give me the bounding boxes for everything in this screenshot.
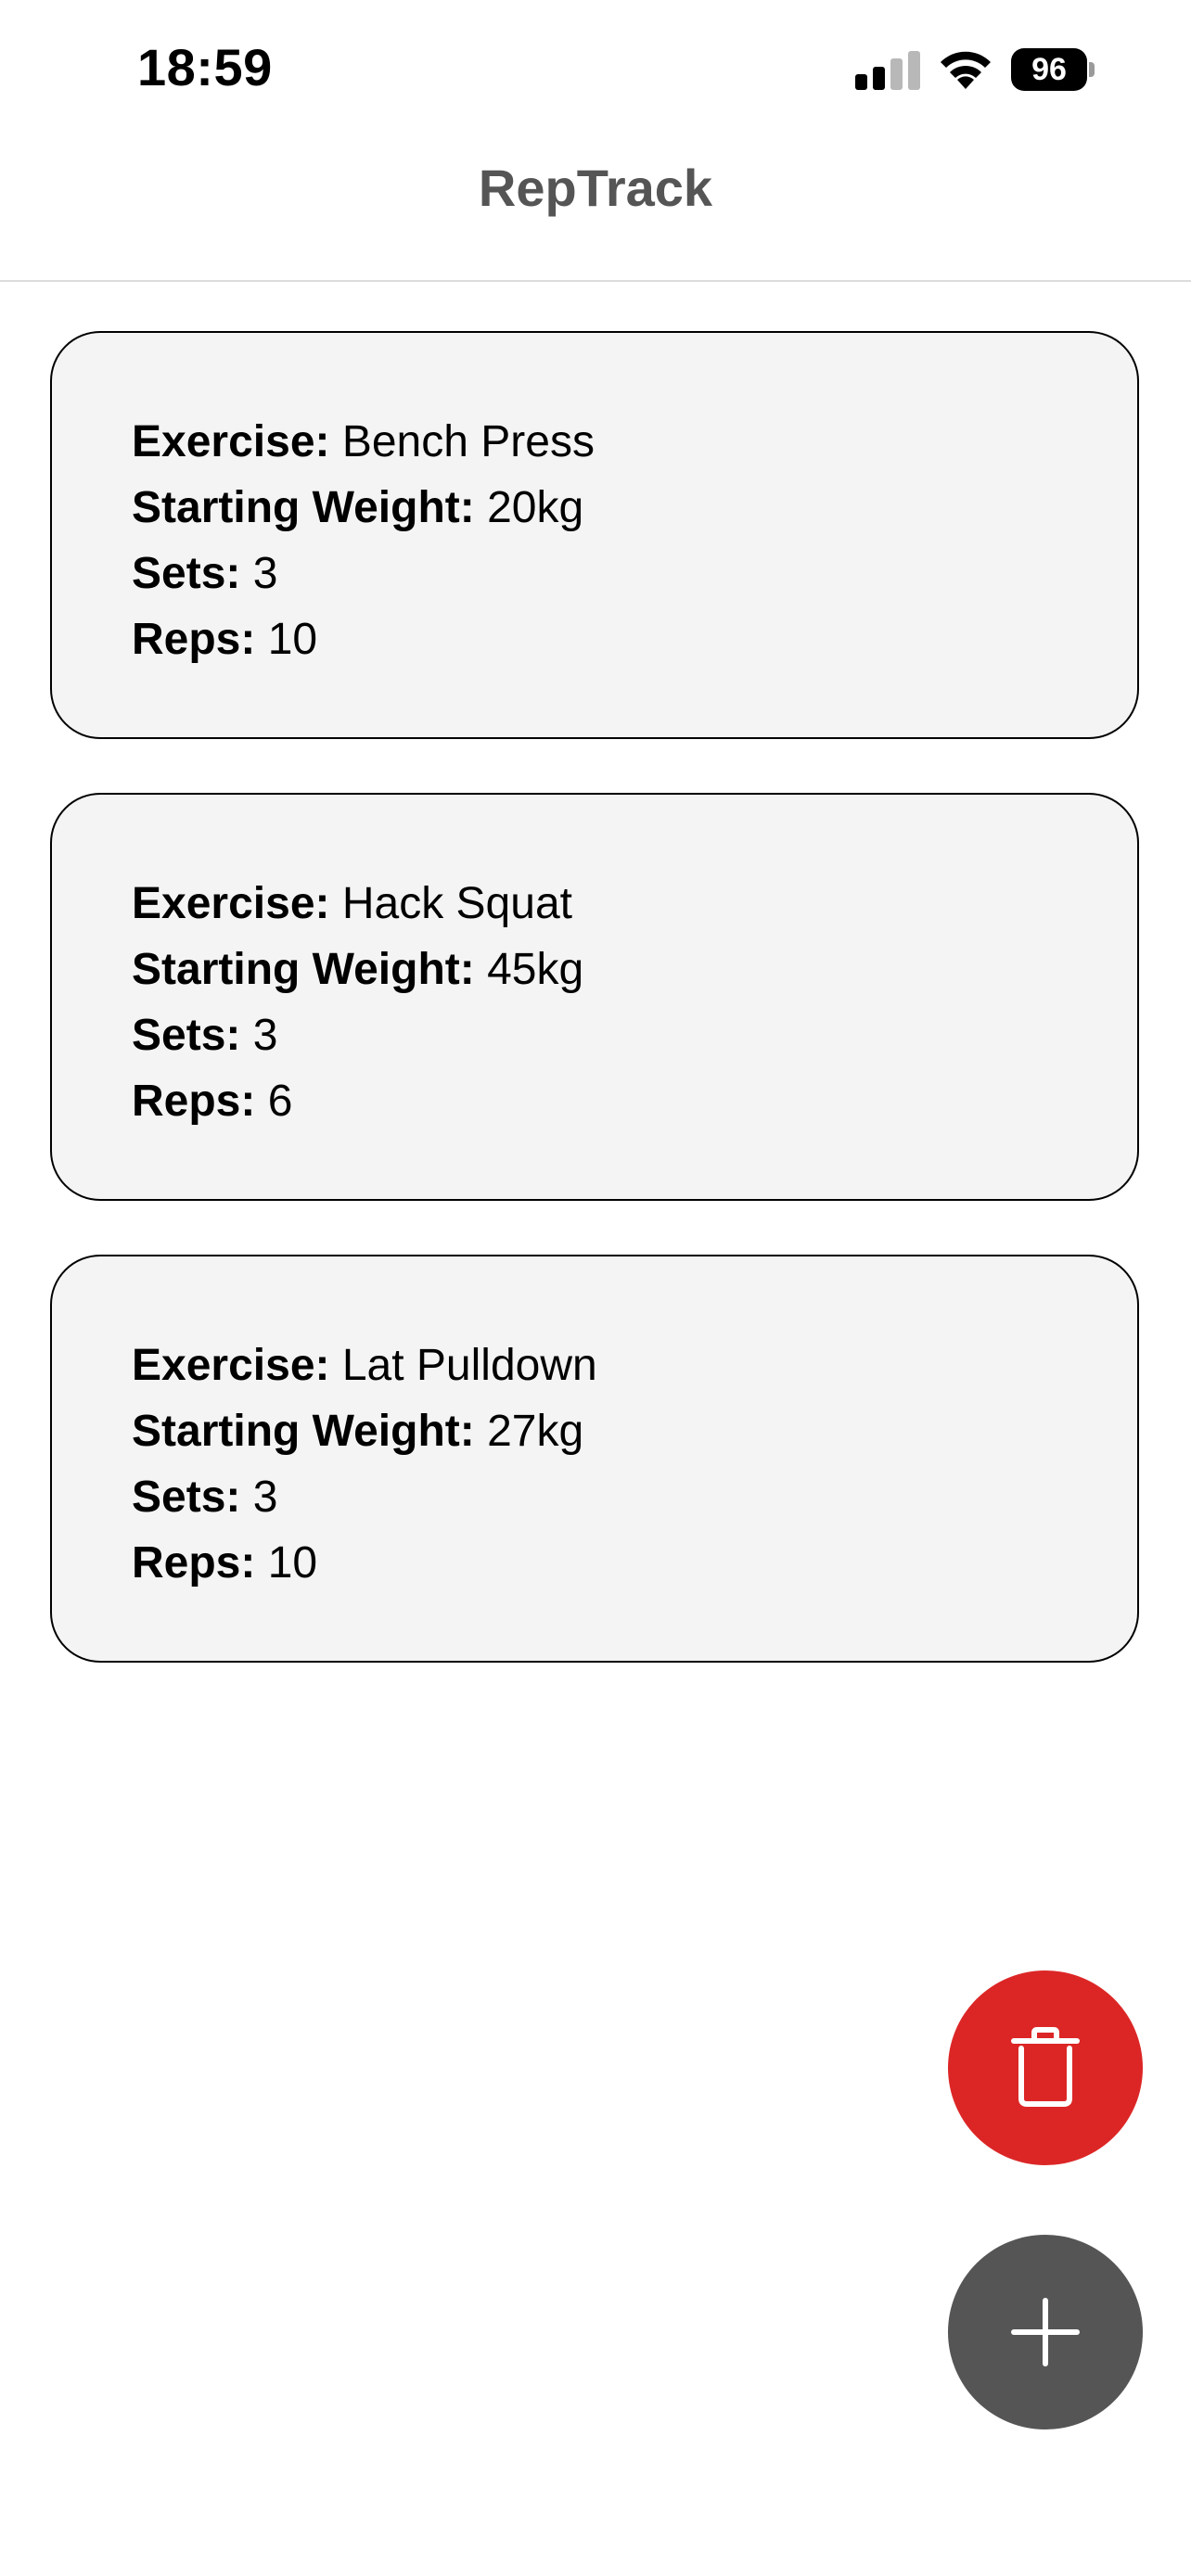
exercise-row: Exercise: Hack Squat bbox=[132, 871, 583, 937]
workout-card[interactable]: Exercise: Bench Press Starting Weight: 2… bbox=[50, 331, 1139, 739]
add-button[interactable] bbox=[948, 2235, 1143, 2429]
sets-value: 3 bbox=[252, 549, 278, 598]
trash-icon bbox=[1011, 2027, 1080, 2107]
reps-row: Reps: 10 bbox=[132, 606, 595, 672]
sets-label: Sets: bbox=[132, 1011, 241, 1060]
sets-row: Sets: 3 bbox=[132, 541, 595, 606]
exercise-label: Exercise: bbox=[132, 417, 330, 466]
status-bar: 18:59 96 bbox=[0, 0, 1191, 139]
reps-value: 10 bbox=[267, 1538, 318, 1588]
reps-label: Reps: bbox=[132, 1077, 256, 1126]
exercise-label: Exercise: bbox=[132, 1341, 330, 1390]
status-time: 18:59 bbox=[137, 38, 273, 96]
exercise-value: Bench Press bbox=[341, 417, 595, 466]
cellular-signal-icon bbox=[855, 51, 920, 90]
plus-icon bbox=[1011, 2298, 1080, 2366]
exercise-row: Exercise: Bench Press bbox=[132, 409, 595, 475]
starting-weight-row: Starting Weight: 20kg bbox=[132, 475, 595, 541]
starting-weight-row: Starting Weight: 27kg bbox=[132, 1398, 597, 1464]
delete-button[interactable] bbox=[948, 1970, 1143, 2165]
reps-value: 10 bbox=[267, 615, 318, 664]
starting-weight-value: 27kg bbox=[487, 1407, 584, 1456]
sets-row: Sets: 3 bbox=[132, 1464, 597, 1530]
workout-card[interactable]: Exercise: Lat Pulldown Starting Weight: … bbox=[50, 1255, 1139, 1663]
reps-row: Reps: 10 bbox=[132, 1530, 597, 1596]
workout-card[interactable]: Exercise: Hack Squat Starting Weight: 45… bbox=[50, 793, 1139, 1201]
sets-label: Sets: bbox=[132, 549, 241, 598]
battery-level: 96 bbox=[1011, 48, 1087, 91]
exercise-label: Exercise: bbox=[132, 879, 330, 928]
reps-label: Reps: bbox=[132, 615, 256, 664]
sets-value: 3 bbox=[252, 1011, 278, 1060]
wifi-icon bbox=[941, 51, 991, 89]
starting-weight-label: Starting Weight: bbox=[132, 483, 475, 532]
exercise-row: Exercise: Lat Pulldown bbox=[132, 1333, 597, 1398]
sets-row: Sets: 3 bbox=[132, 1002, 583, 1068]
starting-weight-label: Starting Weight: bbox=[132, 945, 475, 994]
starting-weight-label: Starting Weight: bbox=[132, 1407, 475, 1456]
reps-value: 6 bbox=[267, 1077, 293, 1126]
exercise-value: Hack Squat bbox=[341, 879, 572, 928]
starting-weight-value: 45kg bbox=[487, 945, 584, 994]
starting-weight-row: Starting Weight: 45kg bbox=[132, 937, 583, 1002]
starting-weight-value: 20kg bbox=[487, 483, 584, 532]
reps-label: Reps: bbox=[132, 1538, 256, 1588]
battery-icon: 96 bbox=[1011, 48, 1095, 91]
app-header: RepTrack bbox=[0, 139, 1191, 282]
reps-row: Reps: 6 bbox=[132, 1068, 583, 1134]
sets-value: 3 bbox=[252, 1473, 278, 1522]
sets-label: Sets: bbox=[132, 1473, 241, 1522]
exercise-value: Lat Pulldown bbox=[341, 1341, 597, 1390]
app-title: RepTrack bbox=[478, 159, 713, 217]
